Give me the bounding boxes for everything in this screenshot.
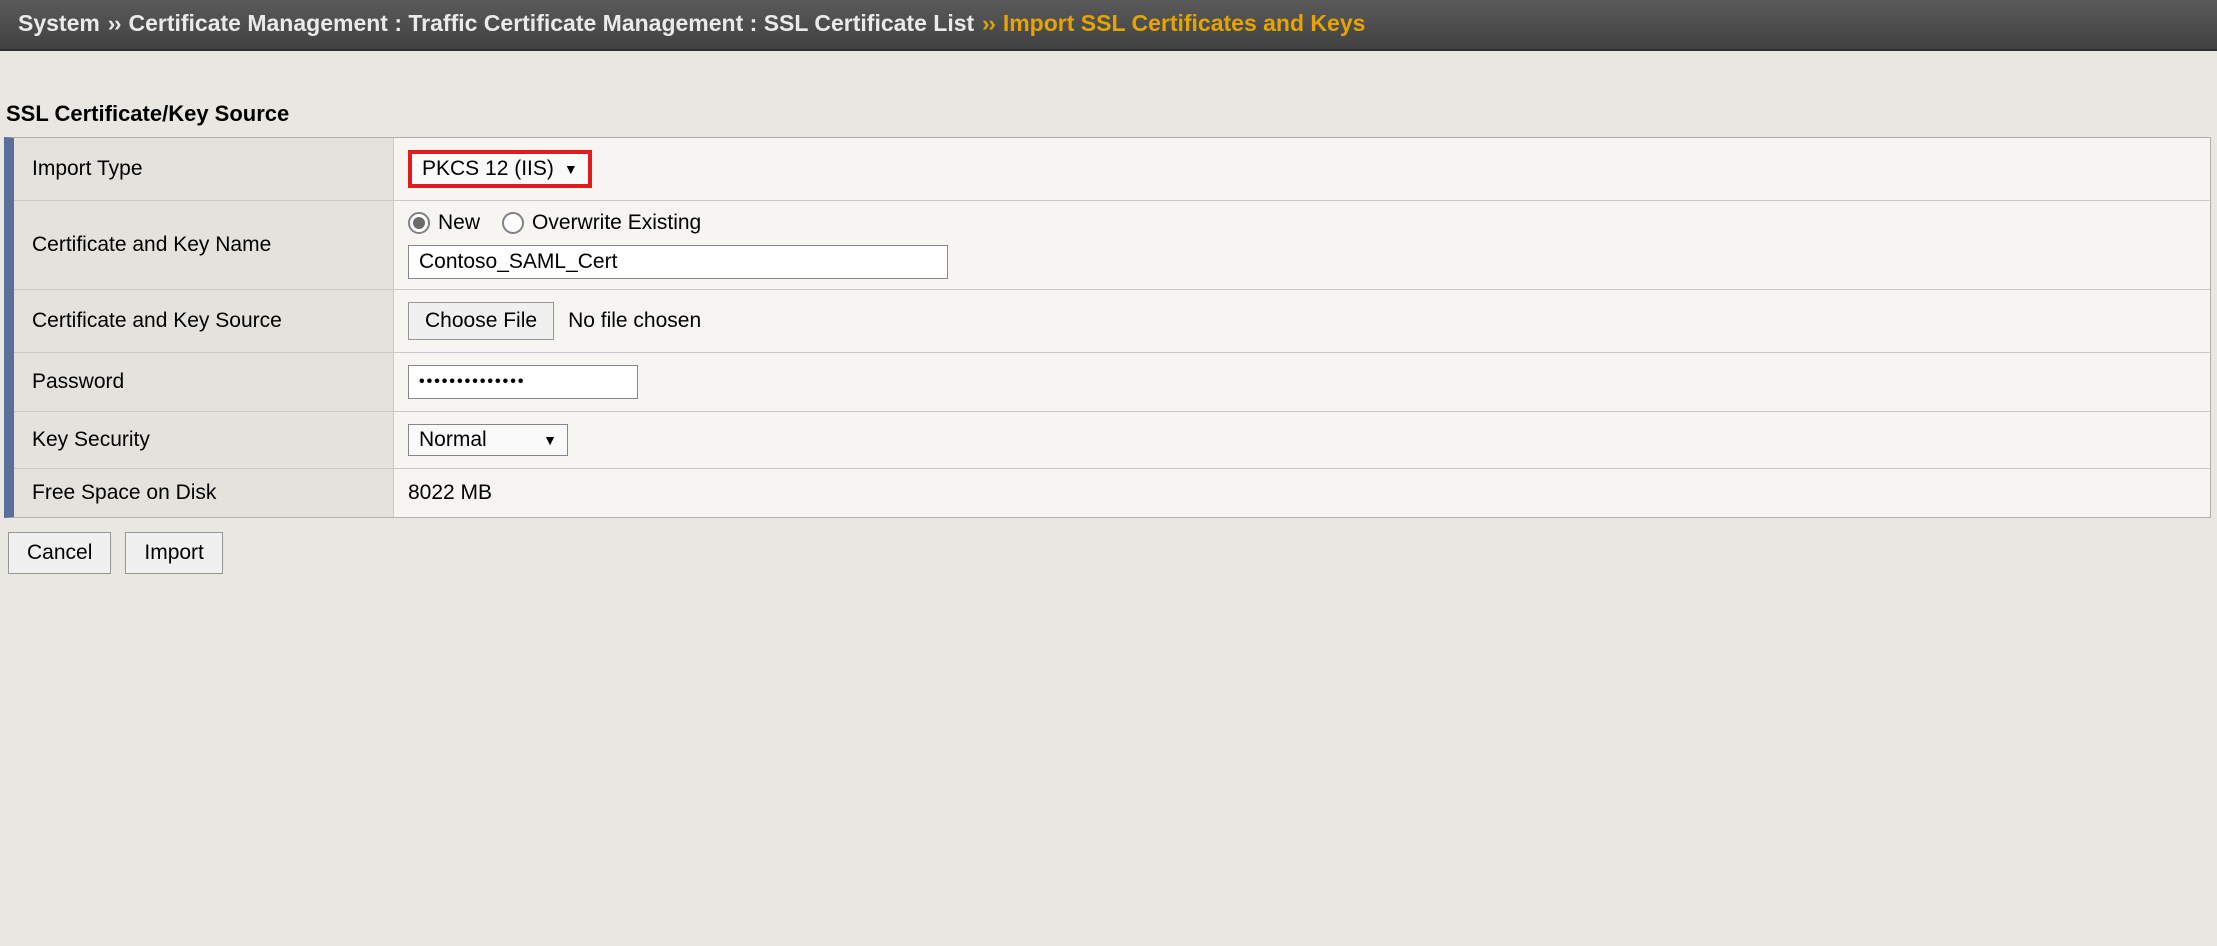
import-type-select[interactable]: PKCS 12 (IIS) ▼ [408,150,592,188]
password-input[interactable]: •••••••••••••• [408,365,638,399]
breadcrumb-cert-list[interactable]: Certificate Management : Traffic Certifi… [128,10,974,37]
label-cert-name: Certificate and Key Name [14,201,394,289]
breadcrumb-sep-icon: ›› [982,11,995,37]
form-table: Import Type PKCS 12 (IIS) ▼ Certificate … [4,137,2211,518]
row-import-type: Import Type PKCS 12 (IIS) ▼ [14,138,2210,201]
free-space-value: 8022 MB [408,481,492,505]
section-title: SSL Certificate/Key Source [0,51,2217,137]
row-cert-name: Certificate and Key Name New Overwrite E… [14,201,2210,290]
file-chosen-status: No file chosen [568,309,701,333]
key-security-value: Normal [419,428,487,452]
row-cert-source: Certificate and Key Source Choose File N… [14,290,2210,353]
radio-overwrite-label: Overwrite Existing [532,211,701,235]
radio-overwrite[interactable] [502,212,524,234]
label-import-type: Import Type [14,138,394,200]
cert-name-input[interactable]: Contoso_SAML_Cert [408,245,948,279]
row-free-space: Free Space on Disk 8022 MB [14,469,2210,517]
chevron-down-icon: ▼ [564,162,578,176]
radio-new[interactable] [408,212,430,234]
breadcrumb-sep-icon: ›› [108,11,121,37]
action-bar: Cancel Import [0,518,2217,588]
chevron-down-icon: ▼ [543,433,557,447]
label-key-security: Key Security [14,412,394,468]
choose-file-button[interactable]: Choose File [408,302,554,340]
label-cert-source: Certificate and Key Source [14,290,394,352]
breadcrumb-system[interactable]: System [18,10,100,37]
breadcrumb: System ›› Certificate Management : Traff… [0,0,2217,51]
label-free-space: Free Space on Disk [14,469,394,517]
breadcrumb-current: Import SSL Certificates and Keys [1003,10,1366,37]
import-button[interactable]: Import [125,532,223,574]
label-password: Password [14,353,394,411]
cancel-button[interactable]: Cancel [8,532,111,574]
radio-new-label: New [438,211,480,235]
key-security-select[interactable]: Normal ▼ [408,424,568,456]
import-type-value: PKCS 12 (IIS) [422,157,554,181]
row-key-security: Key Security Normal ▼ [14,412,2210,469]
row-password: Password •••••••••••••• [14,353,2210,412]
